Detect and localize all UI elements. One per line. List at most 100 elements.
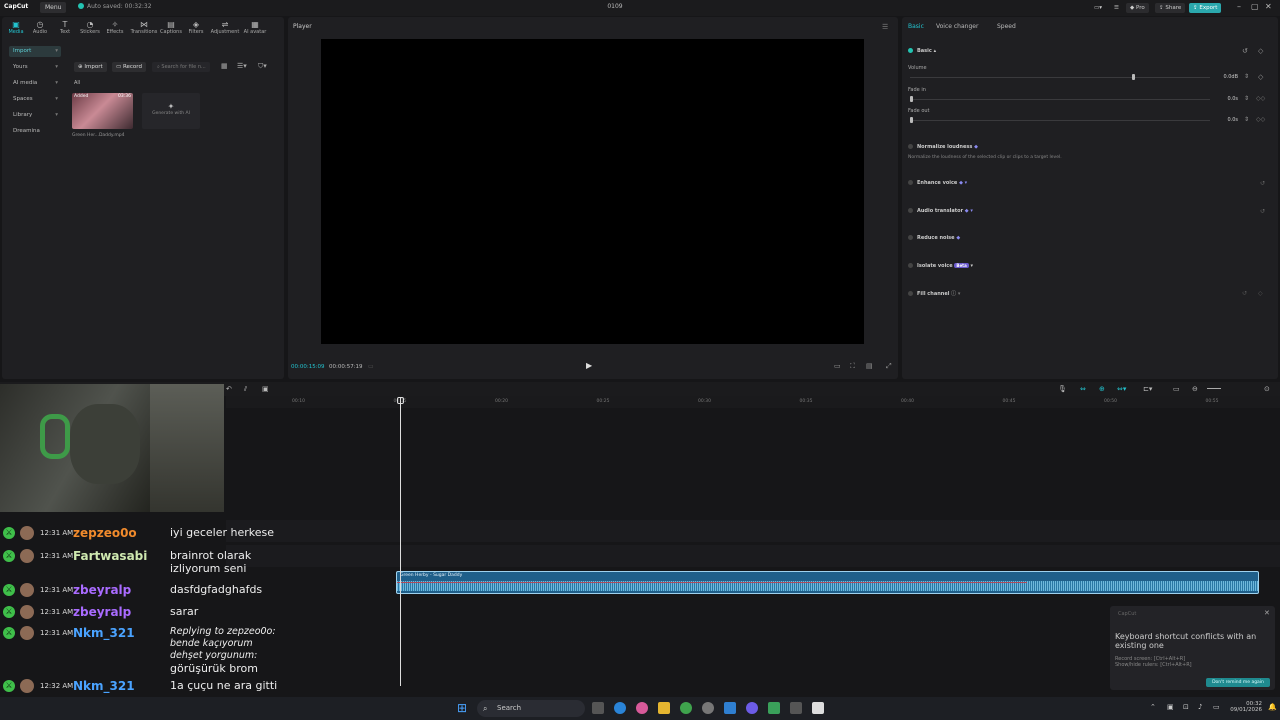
keyframe-icon[interactable]: ◇◇ <box>1256 95 1265 102</box>
toggle-icon[interactable] <box>908 144 913 149</box>
filter-icon[interactable]: ⛉▾ <box>258 62 267 71</box>
volume-icon[interactable]: ♪ <box>1198 703 1202 711</box>
zoom-fit-icon[interactable]: ⊙ <box>1264 385 1270 393</box>
quality-icon[interactable]: ▤ <box>866 362 873 370</box>
sidebar-item-library[interactable]: Library ▾ <box>9 110 61 121</box>
playhead[interactable] <box>400 398 401 686</box>
tab-voice-changer[interactable]: Voice changer <box>936 23 978 30</box>
tool-adjustment[interactable]: ⇌ Adjustment <box>210 20 240 35</box>
fadeout-slider[interactable] <box>910 117 1210 123</box>
zoom-out-icon[interactable]: ⊖ <box>1192 385 1198 393</box>
tool-text[interactable]: T Text <box>53 20 77 35</box>
audio-clip[interactable]: Green Herby - Sugar Daddy <box>396 571 1259 594</box>
microphone-icon[interactable]: 🎙 <box>1058 385 1067 393</box>
minimize-icon[interactable]: – <box>1237 2 1241 11</box>
reset-icon[interactable]: ↺ <box>1260 208 1265 215</box>
crop-icon[interactable]: ⛶ <box>850 362 855 371</box>
app-icon[interactable] <box>746 702 758 714</box>
chrome-icon[interactable] <box>680 702 692 714</box>
timeline-view-icon[interactable]: ▭ <box>368 363 374 370</box>
toggle-icon[interactable] <box>908 263 913 268</box>
split-icon[interactable]: ⫽ <box>244 385 247 394</box>
stepper-icon[interactable]: ⇕ <box>1244 95 1249 102</box>
search-input[interactable]: ⌕ Search for file n... <box>152 62 210 72</box>
keyframe-icon[interactable]: ◇ <box>1258 290 1263 297</box>
undo-icon[interactable]: ↶ <box>226 385 232 393</box>
notification-icon[interactable]: 🔔 <box>1268 703 1277 711</box>
share-button[interactable]: ⇪ Share <box>1155 3 1186 13</box>
tool-effects[interactable]: ✧ Effects <box>103 20 127 35</box>
app-icon[interactable] <box>790 702 802 714</box>
tray-chevron-icon[interactable]: ⌃ <box>1150 703 1156 711</box>
task-view-icon[interactable] <box>592 702 604 714</box>
import-button[interactable]: ⊕ Import <box>74 62 107 72</box>
record-button[interactable]: ▭ Record <box>112 62 146 72</box>
sidebar-item-ai-media[interactable]: AI media ▾ <box>9 78 61 89</box>
stepper-icon[interactable]: ⇕ <box>1244 116 1249 123</box>
isolate-voice-toggle[interactable]: Isolate voice Beta ▾ <box>908 263 973 269</box>
preview-axis-icon[interactable]: ⇔▾ <box>1117 385 1126 393</box>
playhead-handle[interactable] <box>397 397 404 404</box>
tool-media[interactable]: ▣ Media <box>4 20 28 35</box>
fadeout-value[interactable]: 0.0s <box>1212 117 1238 123</box>
normalize-toggle[interactable]: Normalize loudness ◆ <box>908 144 978 150</box>
volume-value[interactable]: 0.0dB <box>1212 74 1238 80</box>
timeline-ruler[interactable]: 00:1000:1500:2000:2500:3000:3500:4000:45… <box>226 396 1280 408</box>
volume-knob[interactable] <box>1132 74 1135 80</box>
windows-start-icon[interactable]: ⊞ <box>457 701 467 715</box>
dont-remind-button[interactable]: Don't remind me again <box>1206 678 1270 687</box>
tray-app-icon[interactable]: ▣ <box>1167 703 1174 711</box>
toggle-icon[interactable] <box>908 208 913 213</box>
layout-icon[interactable]: ▭▾ <box>1090 3 1106 13</box>
fill-channel-toggle[interactable]: Fill channel ⓘ ▾ <box>908 290 960 297</box>
shortcuts-icon[interactable]: ☰ <box>1110 3 1123 13</box>
explorer-icon[interactable] <box>658 702 670 714</box>
zoom-slider[interactable] <box>1207 388 1221 389</box>
tool-transitions[interactable]: ⋈ Transitions <box>130 20 158 35</box>
sidebar-item-spaces[interactable]: Spaces ▾ <box>9 94 61 105</box>
reset-icon[interactable]: ↺ <box>1260 180 1265 187</box>
fadein-value[interactable]: 0.0s <box>1212 96 1238 102</box>
reset-icon[interactable]: ↺ <box>1242 290 1247 297</box>
menu-button[interactable]: Menu <box>40 2 67 13</box>
battery-icon[interactable]: ▭ <box>1213 703 1220 711</box>
tab-speed[interactable]: Speed <box>997 23 1016 30</box>
clock[interactable]: 00:32 09/01/2026 <box>1222 701 1262 713</box>
fadein-slider[interactable] <box>910 96 1210 102</box>
basic-toggle-icon[interactable] <box>908 48 913 53</box>
media-clip-thumbnail[interactable]: Added 03:36 <box>72 93 133 129</box>
app-icon[interactable] <box>702 702 714 714</box>
taskbar-search[interactable]: ⌕ Search <box>477 700 585 717</box>
app-icon[interactable] <box>724 702 736 714</box>
keyframe-icon[interactable]: ◇◇ <box>1256 116 1265 123</box>
reduce-noise-toggle[interactable]: Reduce noise ◆ <box>908 235 960 241</box>
keyframe-icon[interactable]: ◇ <box>1258 47 1263 55</box>
generate-ai-tile[interactable]: ✦ Generate with AI <box>142 93 200 129</box>
tool-captions[interactable]: ▤ Captions <box>159 20 183 35</box>
tool-filters[interactable]: ◈ Filters <box>184 20 208 35</box>
stepper-icon[interactable]: ⇕ <box>1244 73 1249 80</box>
video-preview[interactable] <box>321 39 864 344</box>
track-options-icon[interactable]: ⊏▾ <box>1143 385 1152 393</box>
sidebar-item-import[interactable]: Import ▾ <box>9 46 61 57</box>
audio-translator-toggle[interactable]: Audio translator ◆ ▾ <box>908 208 973 214</box>
export-button[interactable]: ⇪ Export <box>1189 3 1222 13</box>
maximize-icon[interactable]: ▢ <box>1251 2 1259 11</box>
capcut-taskbar-icon[interactable] <box>812 702 824 714</box>
basic-section-header[interactable]: Basic ▴ <box>908 48 936 54</box>
tool-ai-avatar[interactable]: ▦ AI avatar <box>242 20 268 35</box>
enhance-voice-toggle[interactable]: Enhance voice ◆ ▾ <box>908 180 967 186</box>
fullscreen-icon[interactable]: ⤢ <box>886 362 892 371</box>
close-icon[interactable]: ✕ <box>1265 2 1272 11</box>
keyframe-icon[interactable]: ◇ <box>1258 73 1263 81</box>
caption-icon[interactable]: ▭ <box>1173 385 1180 393</box>
fadein-knob[interactable] <box>910 96 913 102</box>
magnet-icon[interactable]: ⊕ <box>1099 385 1105 393</box>
copilot-icon[interactable] <box>636 702 648 714</box>
grid-view-icon[interactable]: ▦ <box>221 62 228 70</box>
delete-icon[interactable]: ▣ <box>262 385 269 393</box>
pro-button[interactable]: ◆ Pro <box>1126 3 1149 13</box>
tool-audio[interactable]: ◷ Audio <box>28 20 52 35</box>
play-icon[interactable]: ▶ <box>586 361 592 370</box>
app-icon[interactable] <box>768 702 780 714</box>
